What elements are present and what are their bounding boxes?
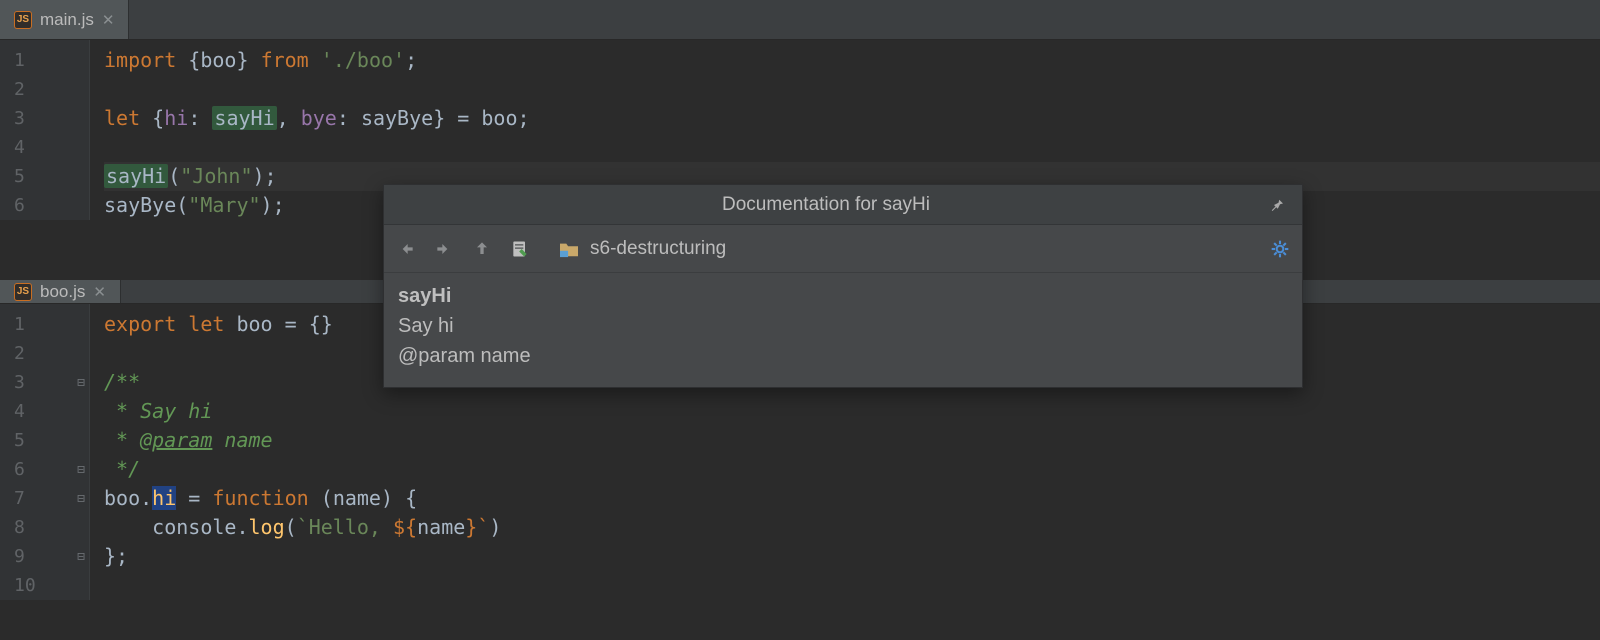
forward-icon[interactable]: [434, 239, 454, 259]
doc-description: Say hi: [398, 315, 454, 337]
doc-param: @param name: [398, 345, 531, 367]
tabbar-main: JS main.js ✕: [0, 0, 1600, 40]
tab-boo-js[interactable]: JS boo.js ✕: [0, 280, 121, 303]
fold-icon[interactable]: ⊟: [77, 549, 85, 564]
tab-label: main.js: [40, 10, 94, 30]
documentation-popup[interactable]: Documentation for sayHi s6-destructuring…: [383, 184, 1303, 388]
doc-titlebar[interactable]: Documentation for sayHi: [384, 185, 1302, 225]
edit-icon[interactable]: [510, 239, 530, 259]
fold-icon[interactable]: ⊟: [77, 462, 85, 477]
doc-toolbar: s6-destructuring: [384, 225, 1302, 273]
ide-root: { "pane_top": { "tab": { "label": "main.…: [0, 0, 1600, 640]
doc-breadcrumb[interactable]: s6-destructuring: [558, 238, 726, 260]
doc-title: Documentation for sayHi: [384, 194, 1268, 216]
gear-icon[interactable]: [1270, 239, 1290, 259]
back-icon[interactable]: [396, 239, 416, 259]
doc-symbol: sayHi: [398, 285, 451, 307]
gutter-main: 1 2 3 4 5 6: [0, 40, 90, 220]
tab-label: boo.js: [40, 282, 85, 302]
pin-icon[interactable]: [1268, 196, 1302, 214]
doc-body: sayHi Say hi @param name: [384, 273, 1302, 387]
up-icon[interactable]: [472, 239, 492, 259]
js-file-icon: JS: [14, 11, 32, 29]
tab-main-js[interactable]: JS main.js ✕: [0, 0, 129, 39]
fold-icon[interactable]: ⊟: [77, 375, 85, 390]
doc-folder-label: s6-destructuring: [590, 238, 726, 260]
fold-icon[interactable]: ⊟: [77, 491, 85, 506]
close-icon[interactable]: ✕: [93, 283, 106, 301]
folder-icon: [558, 240, 580, 258]
js-file-icon: JS: [14, 283, 32, 301]
close-icon[interactable]: ✕: [102, 11, 115, 29]
gutter-boo: 1 2 3⊟ 4 5 6⊟ 7⊟ 8 9⊟ 10: [0, 304, 90, 600]
